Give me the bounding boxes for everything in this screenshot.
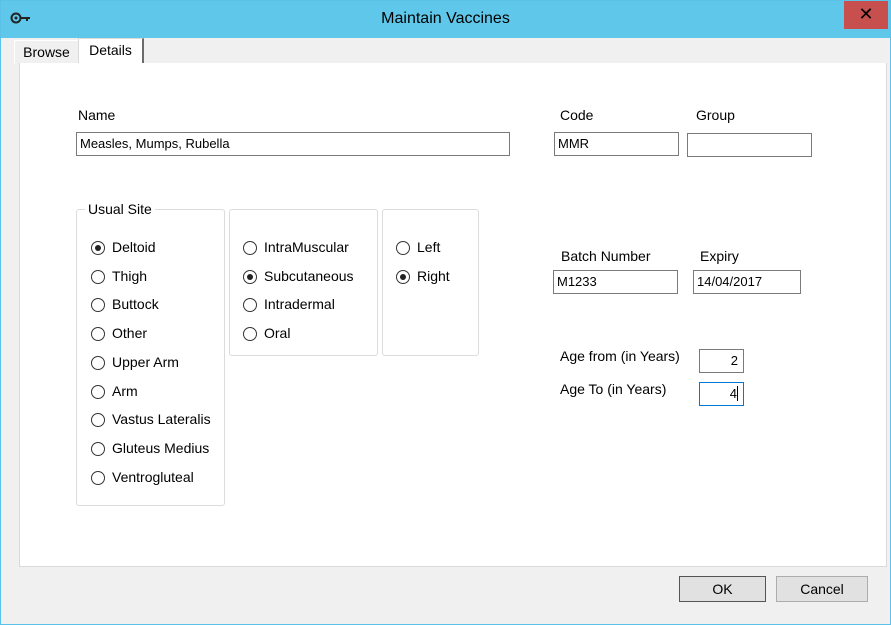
title-bar[interactable]: Maintain Vaccines ✕ (1, 1, 890, 38)
name-label: Name (78, 107, 116, 123)
age-to-field[interactable]: 4 (699, 382, 744, 406)
route-radio-label: Oral (264, 325, 291, 342)
site-radio-label: Vastus Lateralis (112, 411, 211, 428)
text-caret (737, 386, 738, 401)
age-from-field[interactable]: 2 (699, 349, 744, 373)
site-radio-label: Buttock (112, 296, 159, 313)
radio-indicator[interactable] (91, 327, 105, 342)
radio-indicator[interactable] (91, 269, 105, 284)
side-radio-label: Left (417, 239, 441, 255)
site-radio-label: Other (112, 325, 148, 342)
name-field[interactable]: Measles, Mumps, Rubella (76, 132, 510, 156)
tab-browse[interactable]: Browse (14, 40, 78, 64)
radio-indicator[interactable] (243, 241, 257, 255)
radio-indicator[interactable] (91, 355, 105, 370)
ok-button[interactable]: OK (679, 576, 766, 602)
side-radio-label: Right (417, 267, 450, 284)
radio-indicator[interactable] (91, 441, 105, 456)
code-field[interactable]: MMR (554, 132, 679, 156)
age-to-label: Age To (in Years) (560, 381, 667, 397)
route-radio-label: Intradermal (264, 296, 335, 313)
radio-indicator[interactable] (91, 384, 105, 399)
expiry-field[interactable]: 14/04/2017 (693, 270, 801, 294)
code-label: Code (560, 107, 594, 123)
route-radio-label: IntraMuscular (264, 239, 349, 255)
site-radio-label: Upper Arm (112, 353, 179, 370)
radio-indicator[interactable] (243, 269, 257, 284)
radio-indicator[interactable] (396, 241, 410, 255)
radio-indicator[interactable] (91, 470, 105, 485)
batch-number-label: Batch Number (561, 248, 651, 264)
group-field[interactable] (687, 133, 812, 157)
route-radio-label: Subcutaneous (264, 267, 354, 284)
site-radio-label: Thigh (112, 267, 148, 284)
close-icon: ✕ (858, 4, 874, 24)
close-button[interactable]: ✕ (844, 1, 888, 29)
expiry-label: Expiry (700, 248, 739, 264)
tab-strip: Browse Details (1, 38, 890, 64)
details-panel: Name Measles, Mumps, Rubella Code MMR Gr… (19, 63, 887, 567)
age-from-label: Age from (in Years) (560, 348, 680, 364)
batch-number-field[interactable]: M1233 (553, 270, 678, 294)
site-radio-label: Deltoid (112, 239, 156, 255)
age-to-value: 4 (729, 386, 737, 401)
tab-details[interactable]: Details (78, 38, 144, 64)
site-radio-label: Arm (112, 382, 138, 399)
radio-indicator[interactable] (396, 269, 410, 284)
radio-indicator[interactable] (91, 241, 105, 255)
cancel-button[interactable]: Cancel (776, 576, 868, 602)
site-radio-label: Gluteus Medius (112, 439, 210, 456)
site-radio-label: Ventrogluteal (112, 468, 194, 485)
group-label: Group (696, 107, 735, 123)
usual-site-caption: Usual Site (85, 201, 155, 217)
radio-indicator[interactable] (243, 327, 257, 342)
maintain-vaccines-window: Maintain Vaccines ✕ Browse Details Name … (0, 0, 891, 625)
window-title: Maintain Vaccines (381, 10, 510, 27)
